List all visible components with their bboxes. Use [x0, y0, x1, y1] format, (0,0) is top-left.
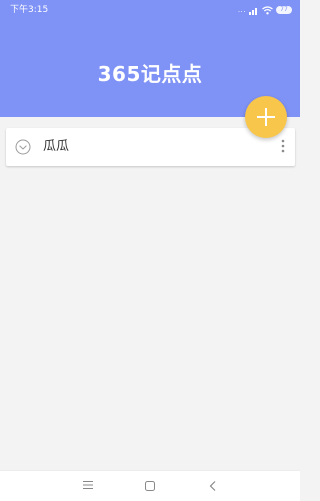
signal-icon: [249, 6, 259, 15]
status-time: 下午3:15: [10, 5, 49, 15]
plus-icon: [257, 108, 275, 126]
wifi-icon: [262, 5, 273, 15]
battery-icon: 77: [276, 6, 292, 14]
menu-icon[interactable]: [73, 476, 103, 496]
check-circle-icon[interactable]: [15, 139, 31, 155]
home-icon[interactable]: [135, 476, 165, 496]
navigation-bar: [0, 470, 300, 501]
add-button[interactable]: [245, 96, 287, 138]
signal-dots: ...: [237, 6, 246, 14]
list-item-label: 瓜瓜: [43, 139, 70, 154]
more-vertical-icon[interactable]: [277, 137, 289, 157]
app-title: 365记点点: [97, 62, 203, 86]
status-bar: 下午3:15 ... 77: [0, 0, 300, 20]
back-icon[interactable]: [198, 476, 228, 496]
status-indicators: ... 77: [238, 4, 292, 16]
list-item[interactable]: 瓜瓜: [6, 128, 295, 166]
note-list: 瓜瓜: [6, 128, 295, 166]
